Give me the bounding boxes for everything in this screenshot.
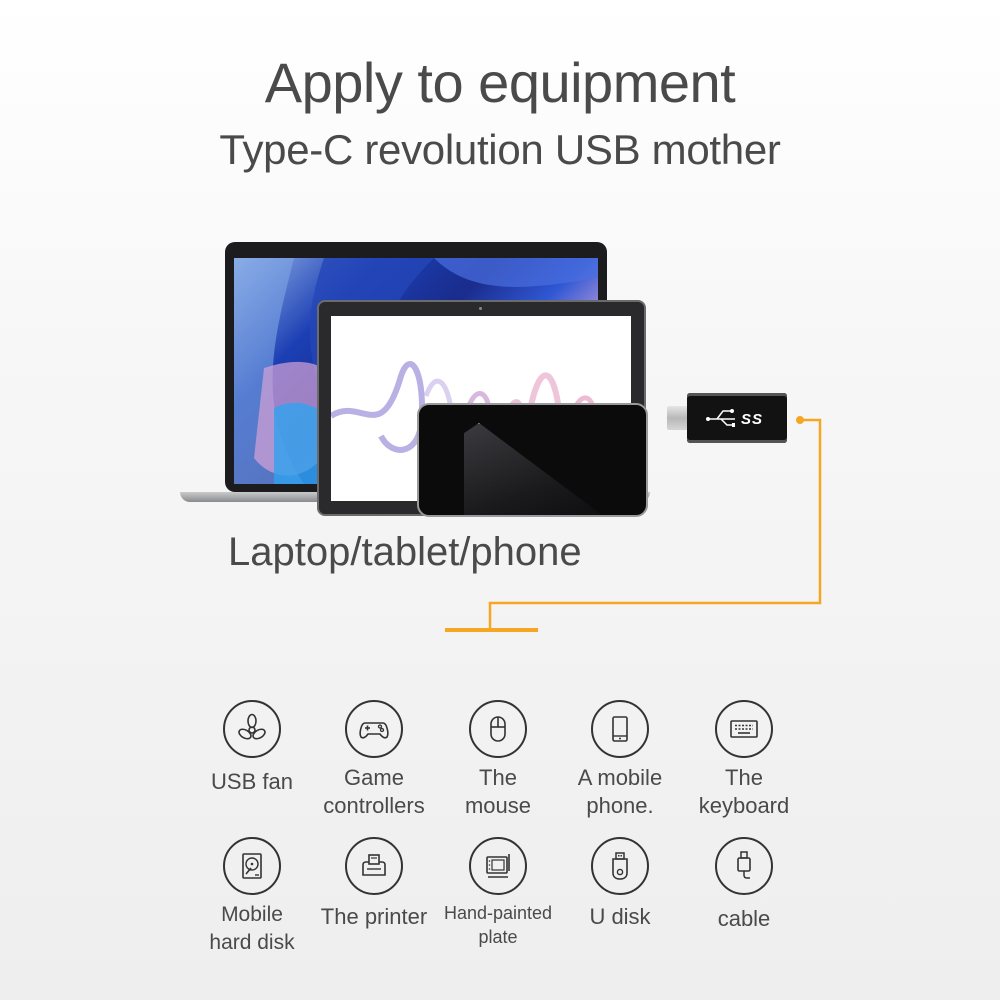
application-label: U disk: [589, 904, 651, 929]
hard-disk-icon: [242, 853, 262, 879]
usb-superspeed-icon: SS: [705, 405, 775, 434]
gamepad-icon: [359, 722, 389, 739]
tablet-camera: [479, 307, 482, 310]
svg-text:SS: SS: [741, 411, 763, 428]
mobile-phone-icon: [612, 716, 628, 742]
printer-icon: [362, 854, 386, 876]
application-item: USB fan: [190, 700, 314, 796]
application-label: A mobile phone.: [577, 765, 663, 818]
application-label: The printer: [320, 904, 428, 929]
drawing-tablet-icon: [486, 854, 510, 878]
page-subtitle: Type-C revolution USB mother: [219, 126, 781, 173]
application-item: cable: [682, 837, 806, 933]
application-item: The printer: [312, 837, 436, 931]
usb-cable-icon: [737, 851, 751, 879]
application-item: The mouse: [436, 700, 560, 820]
application-item: Hand-painted plate: [436, 837, 560, 949]
application-item: The keyboard: [682, 700, 806, 820]
application-label: Mobile hard disk: [209, 903, 295, 954]
application-label: Hand-painted plate: [443, 903, 553, 947]
application-item: U disk: [558, 837, 682, 931]
application-item: Mobile hard disk: [190, 837, 314, 957]
applications-grid: USB fan Game controllers The mouse A mob…: [190, 700, 810, 970]
application-label: The mouse: [464, 765, 532, 818]
application-label: cable: [717, 906, 771, 931]
application-label: Game controllers: [323, 765, 425, 818]
keyboard-icon: [730, 720, 758, 738]
usb-c-adapter: SS: [665, 393, 790, 443]
devices-illustration: [170, 235, 670, 525]
mouse-icon: [490, 716, 506, 742]
application-label: The keyboard: [698, 765, 790, 818]
application-label: USB fan: [211, 769, 293, 794]
adapter-body: SS: [687, 393, 787, 443]
devices-label: Laptop/tablet/phone: [228, 530, 582, 574]
application-item: Game controllers: [312, 700, 436, 820]
phone-screen-reflection: [464, 423, 614, 515]
page-title: Apply to equipment: [264, 51, 736, 114]
connector-dot: [796, 416, 804, 424]
application-item: A mobile phone.: [558, 700, 682, 820]
phone-image: [417, 403, 648, 517]
fan-icon: [238, 713, 266, 740]
usb-flash-drive-icon: [612, 852, 628, 880]
